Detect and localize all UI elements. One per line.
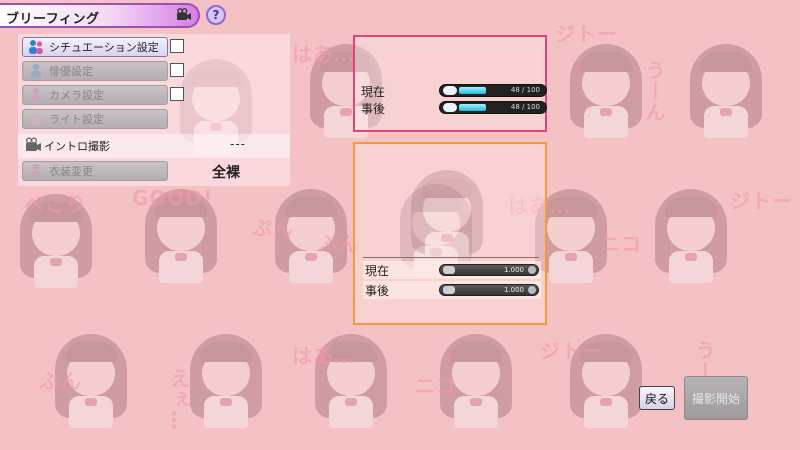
param-after-label: 事後 bbox=[365, 284, 390, 298]
start-shoot-button[interactable]: 撮影開始 bbox=[684, 376, 748, 420]
heart-icon bbox=[443, 86, 457, 95]
status-current-label: 現在 bbox=[361, 85, 386, 99]
chibi-sticker bbox=[45, 330, 137, 430]
intro-shoot-value: --- bbox=[230, 137, 246, 151]
param-row-current: 現在 1.000 bbox=[363, 261, 541, 279]
status-panel: 現在 48 / 100 事後 48 / 100 bbox=[353, 35, 547, 132]
divider bbox=[363, 257, 539, 258]
chibi-sticker bbox=[135, 185, 227, 285]
sticker-word: うーん bbox=[642, 60, 666, 123]
help-icon: ? bbox=[212, 8, 220, 22]
sticker-word: ジトー bbox=[555, 22, 618, 46]
status-current-value: 48 / 100 bbox=[510, 86, 540, 94]
setting-row-costume: 衣装変更 全裸 bbox=[18, 160, 290, 184]
light-icon bbox=[30, 113, 42, 125]
sticker-word: はあ… bbox=[292, 42, 355, 66]
status-after-gauge: 48 / 100 bbox=[439, 101, 547, 114]
heart-icon bbox=[443, 103, 457, 112]
param-current-bar: 1.000 bbox=[439, 264, 539, 276]
sticker-word: ニコ bbox=[600, 232, 642, 256]
situation-checkbox[interactable] bbox=[170, 39, 184, 53]
person-icon bbox=[31, 87, 41, 102]
page-title: ブリーフィング bbox=[6, 12, 100, 27]
sticker-word: GOOD! bbox=[132, 186, 214, 210]
chibi-sticker bbox=[180, 330, 272, 430]
situation-settings-button[interactable]: シチュエーション設定 bbox=[22, 37, 168, 57]
situation-settings-label: シチュエーション設定 bbox=[49, 41, 159, 54]
bar-end-icon bbox=[528, 266, 536, 274]
chibi-sticker bbox=[265, 185, 357, 285]
bar-icon bbox=[443, 286, 455, 294]
status-current-gauge: 48 / 100 bbox=[439, 84, 547, 97]
param-after-value: 1.000 bbox=[503, 286, 524, 294]
param-row-after: 事後 1.000 bbox=[363, 281, 541, 299]
sticker-word: ニコ bbox=[415, 374, 457, 398]
actor-settings-label: 俳優設定 bbox=[49, 65, 93, 78]
light-settings-button[interactable]: ライト設定 bbox=[22, 109, 168, 129]
chibi-sticker bbox=[10, 190, 102, 290]
chibi-sticker bbox=[680, 40, 772, 140]
bar-icon bbox=[443, 266, 455, 274]
status-after-label: 事後 bbox=[361, 102, 386, 116]
setting-row-situation: シチュエーション設定 bbox=[18, 36, 290, 60]
chibi-sticker bbox=[305, 330, 397, 430]
sticker-word: ぷん bbox=[40, 369, 82, 393]
chibi-sticker bbox=[645, 185, 737, 285]
model-preview-panel: 現在 1.000 事後 1.000 bbox=[353, 142, 547, 325]
setting-row-actor: 俳優設定 bbox=[18, 60, 290, 84]
status-after-value: 48 / 100 bbox=[510, 103, 540, 111]
intro-shoot-row[interactable]: イントロ撮影 --- bbox=[18, 134, 290, 158]
sticker-word: ジトー bbox=[540, 339, 603, 363]
param-current-value: 1.000 bbox=[503, 266, 524, 274]
light-settings-label: ライト設定 bbox=[49, 113, 104, 126]
gauge-fill bbox=[459, 87, 486, 94]
model-silhouette bbox=[401, 166, 501, 266]
sticker-word: はあ… bbox=[292, 344, 355, 368]
camera-settings-label: カメラ設定 bbox=[49, 89, 104, 102]
camera-icon bbox=[177, 8, 191, 20]
chibi-sticker bbox=[560, 330, 652, 430]
intro-shoot-label: イントロ撮影 bbox=[44, 140, 110, 153]
title-bar: ブリーフィング bbox=[0, 3, 200, 28]
help-button[interactable]: ? bbox=[206, 5, 226, 25]
status-row-current: 現在 48 / 100 bbox=[357, 82, 547, 100]
actor-settings-button[interactable]: 俳優設定 bbox=[22, 61, 168, 81]
settings-panel: シチュエーション設定 俳優設定 カメラ設定 ライト設定 イントロ撮影 --- 衣… bbox=[18, 34, 290, 186]
chibi-sticker bbox=[430, 330, 522, 430]
costume-change-button[interactable]: 衣装変更 bbox=[22, 161, 168, 181]
costume-change-label: 衣装変更 bbox=[49, 165, 93, 178]
film-camera-icon bbox=[25, 137, 41, 151]
chibi-sticker bbox=[560, 40, 652, 140]
sticker-word: ジトー bbox=[730, 189, 793, 213]
setting-row-camera: カメラ設定 bbox=[18, 84, 290, 108]
status-row-after: 事後 48 / 100 bbox=[357, 99, 547, 117]
camera-settings-button[interactable]: カメラ設定 bbox=[22, 85, 168, 105]
gauge-fill bbox=[459, 104, 486, 111]
costume-value: 全裸 bbox=[212, 165, 240, 181]
actor-checkbox[interactable] bbox=[170, 63, 184, 77]
param-after-bar: 1.000 bbox=[439, 284, 539, 296]
people-icon bbox=[29, 40, 43, 54]
param-current-label: 現在 bbox=[365, 264, 390, 278]
sticker-word: えぇ… bbox=[167, 368, 191, 431]
sticker-word: ぺこり bbox=[24, 192, 87, 216]
bar-end-icon bbox=[528, 286, 536, 294]
back-button[interactable]: 戻る bbox=[639, 386, 675, 410]
camera-checkbox[interactable] bbox=[170, 87, 184, 101]
sticker-word: ぷん bbox=[252, 216, 294, 240]
person-icon bbox=[31, 163, 41, 178]
person-icon bbox=[31, 63, 41, 78]
setting-row-light: ライト設定 bbox=[18, 108, 290, 132]
